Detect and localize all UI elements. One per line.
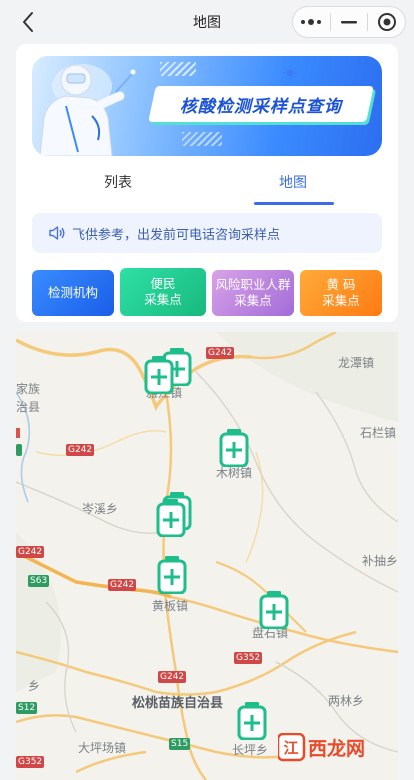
notice-bar: 飞供参考，出发前可电话咨询采样点 — [32, 213, 382, 253]
speaker-icon — [49, 226, 65, 240]
road-shield: G242 — [66, 444, 95, 456]
query-card: 核酸检测采样点查询 列表 地图 飞供参考，出发前可电话咨询采样点 检测机构 便民… — [16, 44, 398, 322]
road-shield: S63 — [28, 575, 50, 587]
sun-icon — [283, 66, 297, 80]
decor-stripes — [160, 62, 196, 76]
road-shield: S15 — [169, 738, 191, 750]
map-place-label: 石栏镇 — [360, 426, 397, 440]
map-place-label: 治县 — [16, 400, 41, 414]
navigation-bar: 地图 — [0, 0, 414, 44]
banner-title: 核酸检测采样点查询 — [148, 86, 374, 122]
road-shield: G242 — [206, 347, 235, 359]
category-label: 便民 — [150, 276, 176, 291]
map-place-label: 家族 — [16, 382, 41, 396]
map-county-label: 松桃苗族自治县 — [132, 696, 224, 711]
view-tabs: 列表 地图 — [16, 164, 398, 208]
miniprogram-capsule — [292, 6, 406, 38]
svg-text:江: 江 — [283, 739, 298, 757]
road-shield: G352 — [234, 652, 263, 664]
road-shield: G242 — [16, 546, 45, 558]
map-view[interactable]: 家族 治县 雅江镇 龙潭镇 石栏镇 木树镇 岑溪乡 补抽乡 黄板镇 盘石镇 乡 … — [16, 332, 398, 780]
category-label: 黄 码 — [326, 277, 356, 292]
watermark-logo: 江 西龙网 — [278, 733, 365, 762]
category-label: 风险职业人群 — [215, 277, 291, 292]
minimize-button[interactable] — [331, 7, 368, 37]
banner: 核酸检测采样点查询 — [32, 56, 382, 156]
category-risk-occupation[interactable]: 风险职业人群 采集点 — [212, 270, 294, 316]
map-roads — [16, 332, 398, 780]
svg-text:西龙网: 西龙网 — [308, 737, 365, 760]
category-label: 采集点 — [144, 292, 182, 307]
more-dots-icon — [301, 19, 322, 25]
map-place-label: 乡 — [28, 679, 41, 693]
road-shield: G352 — [16, 756, 45, 768]
map-place-label: 补抽乡 — [362, 554, 398, 568]
minimize-icon — [341, 21, 357, 24]
map-place-label: 长坪乡 — [232, 743, 269, 757]
category-label: 采集点 — [322, 293, 360, 308]
more-button[interactable] — [293, 7, 330, 37]
road-shield: S12 — [16, 702, 38, 714]
medical-worker-illustration — [39, 64, 136, 156]
map-place-label: 大坪场镇 — [78, 741, 127, 755]
sampling-point-marker[interactable] — [259, 591, 289, 629]
sampling-point-marker[interactable] — [237, 702, 267, 740]
tab-map[interactable]: 地图 — [279, 172, 307, 192]
category-convenience-sampling[interactable]: 便民 采集点 — [120, 268, 206, 316]
sampling-point-marker[interactable] — [144, 356, 174, 394]
category-yellow-code[interactable]: 黄 码采集点 — [300, 270, 382, 316]
close-target-icon — [377, 13, 396, 31]
road-shield — [16, 444, 22, 456]
map-place-label: 龙潭镇 — [338, 356, 375, 370]
category-testing-agency[interactable]: 检测机构 — [32, 270, 114, 316]
sampling-point-marker[interactable] — [157, 556, 187, 594]
category-label: 采集点 — [234, 293, 272, 308]
sampling-point-marker[interactable] — [219, 429, 249, 467]
decor-stripes — [182, 132, 222, 146]
map-place-label: 两林乡 — [328, 694, 365, 708]
sampling-point-marker[interactable] — [156, 499, 186, 537]
map-place-label: 黄板镇 — [152, 599, 189, 613]
map-place-label: 岑溪乡 — [82, 502, 119, 516]
road-shield: G242 — [158, 671, 187, 683]
category-label: 检测机构 — [47, 285, 98, 300]
active-tab-indicator — [254, 202, 334, 205]
close-button[interactable] — [368, 7, 405, 37]
tab-list[interactable]: 列表 — [104, 172, 132, 192]
road-shield: G242 — [108, 579, 137, 591]
notice-text: 飞供参考，出发前可电话咨询采样点 — [72, 228, 281, 243]
